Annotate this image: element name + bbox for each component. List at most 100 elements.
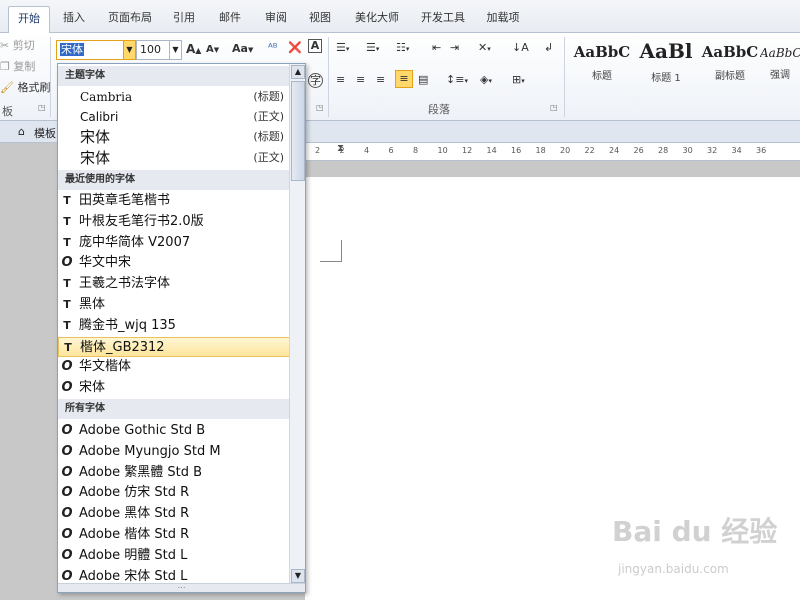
truetype-font-icon: T bbox=[63, 277, 71, 291]
font-option-label: Adobe 明體 Std L bbox=[79, 547, 188, 563]
character-border-icon[interactable]: A bbox=[308, 39, 322, 53]
ruler-tick-label: 28 bbox=[658, 146, 669, 155]
font-option-label: Adobe 仿宋 Std R bbox=[79, 485, 190, 501]
sort-icon[interactable]: ↓A bbox=[512, 41, 529, 54]
cut-button[interactable]: ✂ 剪切 bbox=[0, 37, 35, 53]
enclose-character-icon[interactable]: 字 bbox=[308, 73, 323, 88]
font-size-combo[interactable]: 100 ▼ bbox=[136, 40, 182, 60]
justify-icon[interactable]: ≡ bbox=[395, 70, 413, 88]
scroll-up-icon[interactable]: ▲ bbox=[291, 65, 305, 79]
style-emphasis[interactable]: AaBbCc 强调 bbox=[760, 37, 800, 89]
ruler-tick-label: 12 bbox=[462, 146, 473, 155]
recent-font-option[interactable]: T 王羲之书法字体 bbox=[58, 274, 290, 294]
pinyin-guide-icon[interactable]: ᴬᴮ bbox=[268, 41, 278, 54]
all-font-option[interactable]: O Adobe 楷体 Std R bbox=[58, 525, 290, 545]
all-font-option[interactable]: O Adobe 黑体 Std R bbox=[58, 504, 290, 524]
tab-mailings[interactable]: 邮件 bbox=[212, 6, 248, 33]
recent-font-option[interactable]: O 华文楷体 bbox=[58, 357, 290, 377]
borders-icon[interactable]: ⊞▾ bbox=[512, 73, 525, 86]
chevron-down-icon[interactable]: ▼ bbox=[123, 41, 135, 59]
recent-font-option[interactable]: T 庞中华简体 V2007 bbox=[58, 233, 290, 253]
all-font-option[interactable]: O Adobe 明體 Std L bbox=[58, 546, 290, 566]
align-left-icon[interactable]: ≡ bbox=[336, 73, 345, 86]
line-spacing-icon[interactable]: ↕≡▾ bbox=[446, 73, 468, 86]
indent-marker-icon[interactable]: ⧗ bbox=[337, 143, 344, 154]
recent-font-option[interactable]: T 楷体_GB2312 bbox=[58, 336, 290, 357]
grow-font-button[interactable]: A▲ bbox=[186, 42, 201, 56]
truetype-font-icon: T bbox=[63, 298, 71, 311]
recent-font-option[interactable]: T 黑体 bbox=[58, 295, 290, 315]
decrease-indent-icon[interactable]: ⇤ bbox=[432, 41, 441, 54]
distributed-icon[interactable]: ▤ bbox=[418, 73, 428, 86]
font-name-combo[interactable]: 宋体 ▼ bbox=[56, 40, 136, 60]
group-separator bbox=[564, 37, 565, 117]
ruler-tick-label: 4 bbox=[364, 146, 370, 155]
font-option-cambria[interactable]: Cambria (标题) bbox=[58, 87, 290, 107]
format-painter-button[interactable]: 🖌 格式刷 bbox=[0, 79, 50, 95]
recent-font-option[interactable]: T 叶根友毛笔行书2.0版 bbox=[58, 212, 290, 232]
horizontal-ruler[interactable]: 2 2 4 6 8 10 12 14 16 18 20 22 24 26 28 30 32 34 36 ⧗ bbox=[305, 143, 800, 161]
tab-add-ins[interactable]: 加载项 bbox=[480, 6, 526, 33]
change-case-button[interactable]: Aa▼ bbox=[232, 42, 253, 55]
bullets-icon[interactable]: ☰▾ bbox=[336, 41, 349, 54]
ruler-tick-label: 32 bbox=[707, 146, 718, 155]
copy-icon: ❐ bbox=[0, 60, 10, 73]
tab-home[interactable]: 开始 bbox=[8, 6, 50, 33]
asian-layout-icon[interactable]: ✕▾ bbox=[478, 41, 491, 54]
font-option-songti-body[interactable]: 宋体 (正文) bbox=[58, 148, 290, 168]
clipboard-group-label: 板 bbox=[2, 105, 13, 118]
tab-developer[interactable]: 开发工具 bbox=[414, 6, 472, 33]
dropdown-scrollbar[interactable]: ▲ ▼ bbox=[289, 64, 305, 584]
recent-font-option[interactable]: O 华文中宋 bbox=[58, 253, 290, 273]
font-option-label: Adobe Myungjo Std M bbox=[79, 443, 221, 459]
font-option-songti-heading[interactable]: 宋体 (标题) bbox=[58, 127, 290, 147]
ruler-tick-label: 24 bbox=[609, 146, 620, 155]
tab-references[interactable]: 引用 bbox=[166, 6, 202, 33]
recent-font-option[interactable]: T 田英章毛笔楷书 bbox=[58, 191, 290, 211]
paragraph-launcher-icon[interactable]: ◳ bbox=[550, 103, 558, 112]
ruler-tick-label: 6 bbox=[388, 146, 394, 155]
tab-view[interactable]: 视图 bbox=[302, 6, 338, 33]
scroll-down-icon[interactable]: ▼ bbox=[291, 569, 305, 583]
opentype-font-icon: O bbox=[61, 443, 73, 459]
all-font-option[interactable]: O Adobe Gothic Std B bbox=[58, 421, 290, 441]
all-font-option[interactable]: O Adobe 繁黑體 Std B bbox=[58, 463, 290, 483]
tab-insert[interactable]: 插入 bbox=[56, 6, 92, 33]
font-option-label: Adobe 黑体 Std R bbox=[79, 506, 190, 522]
shrink-font-button[interactable]: A▼ bbox=[206, 44, 219, 55]
template-tab[interactable]: 模板 bbox=[34, 125, 56, 141]
tab-page-layout[interactable]: 页面布局 bbox=[102, 6, 158, 33]
recent-font-option[interactable]: O 宋体 bbox=[58, 378, 290, 398]
recent-font-option[interactable]: T 腾金书_wjq 135 bbox=[58, 316, 290, 336]
style-title[interactable]: AaBbC 标题 bbox=[570, 37, 634, 89]
align-center-icon[interactable]: ≡ bbox=[356, 73, 365, 86]
clear-format-icon[interactable]: ❌ bbox=[288, 41, 302, 54]
tab-review[interactable]: 审阅 bbox=[258, 6, 294, 33]
ruler-tick-label: 8 bbox=[413, 146, 419, 155]
font-option-label: 叶根友毛笔行书2.0版 bbox=[79, 213, 204, 229]
scroll-thumb[interactable] bbox=[291, 81, 305, 181]
shading-icon[interactable]: ◈▾ bbox=[480, 73, 492, 86]
clipboard-launcher-icon[interactable]: ◳ bbox=[38, 103, 46, 112]
opentype-font-icon: O bbox=[61, 359, 73, 375]
show-marks-icon[interactable]: ↲ bbox=[544, 41, 553, 54]
style-subtitle[interactable]: AaBbC 副标题 bbox=[698, 37, 762, 89]
font-option-label: 宋体 bbox=[79, 380, 106, 396]
copy-button[interactable]: ❐ 复制 bbox=[0, 58, 35, 74]
increase-indent-icon[interactable]: ⇥ bbox=[450, 41, 459, 54]
font-option-calibri[interactable]: Calibri (正文) bbox=[58, 107, 290, 127]
font-launcher-icon[interactable]: ◳ bbox=[316, 103, 324, 112]
all-font-option[interactable]: O Adobe Myungjo Std M bbox=[58, 442, 290, 462]
numbering-icon[interactable]: ☰▾ bbox=[366, 41, 379, 54]
font-option-label: 庞中华简体 V2007 bbox=[79, 234, 191, 250]
truetype-font-icon: T bbox=[63, 214, 71, 228]
multilevel-list-icon[interactable]: ☷▾ bbox=[396, 41, 409, 54]
align-right-icon[interactable]: ≡ bbox=[376, 73, 385, 86]
home-icon: ⌂ bbox=[18, 125, 25, 138]
chevron-down-icon[interactable]: ▼ bbox=[169, 41, 181, 59]
tab-beautify-master[interactable]: 美化大师 bbox=[348, 6, 406, 33]
style-heading-1[interactable]: AaBl 标题 1 bbox=[634, 37, 698, 89]
resize-grip-icon[interactable]: ⋯ bbox=[58, 583, 305, 592]
all-font-option[interactable]: O Adobe 仿宋 Std R bbox=[58, 483, 290, 503]
truetype-font-icon: T bbox=[64, 340, 72, 354]
